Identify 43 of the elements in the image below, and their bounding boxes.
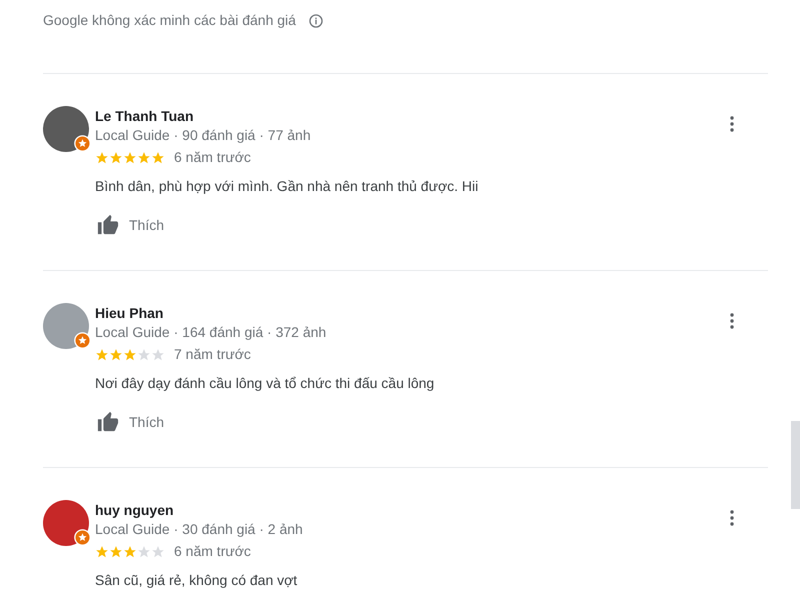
star-icon	[151, 348, 165, 362]
star-icon	[95, 544, 109, 558]
avatar[interactable]	[43, 106, 89, 152]
review-time: 7 năm trước	[174, 345, 251, 364]
star-icon	[137, 150, 151, 164]
more-options-icon	[730, 116, 734, 132]
local-guide-badge-icon	[74, 332, 91, 349]
reviewer-meta: Local Guide · 30 đánh giá · 2 ảnh	[95, 520, 304, 539]
info-icon[interactable]	[308, 12, 324, 28]
local-guide-badge-icon	[74, 135, 91, 152]
star-icon	[95, 150, 109, 164]
star-icon	[151, 544, 165, 558]
reviewer-meta: Local Guide · 90 đánh giá · 77 ảnh	[95, 126, 312, 145]
reviewer-name[interactable]: Le Thanh Tuan	[95, 107, 720, 125]
reviewer-name[interactable]: huy nguyen	[95, 501, 720, 519]
star-icon	[123, 544, 137, 558]
star-icon	[109, 544, 123, 558]
review-text: Bình dân, phù hợp với mình. Gần nhà nên tranh thủ được. Hii	[95, 177, 480, 196]
like-button[interactable]: Thích	[95, 214, 164, 236]
thumbs-up-icon	[95, 411, 121, 433]
review-time: 6 năm trước	[174, 542, 251, 561]
review-time: 6 năm trước	[174, 148, 251, 167]
star-icon	[109, 150, 123, 164]
avatar[interactable]	[43, 500, 89, 546]
thumbs-up-icon	[95, 214, 121, 236]
reviewer-name[interactable]: Hieu Phan	[95, 304, 720, 322]
more-options-icon	[730, 313, 734, 329]
more-options-icon	[730, 510, 734, 526]
review-text: Nơi đây dạy đánh cầu lông và tổ chức thi đấu cầu lông	[95, 374, 436, 393]
star-icon	[123, 348, 137, 362]
notice-text: Google không xác minh các bài đánh giá	[43, 11, 296, 30]
star-icon	[109, 348, 123, 362]
star-icon	[137, 544, 151, 558]
star-icon	[123, 150, 137, 164]
star-icon	[95, 348, 109, 362]
star-icon	[137, 348, 151, 362]
review-text: Sân cũ, giá rẻ, không có đan vợt	[95, 571, 298, 590]
like-button[interactable]: Thích	[95, 411, 164, 433]
star-icon	[151, 150, 165, 164]
reviewer-meta: Local Guide · 164 đánh giá · 372 ảnh	[95, 323, 328, 342]
scrollbar-thumb[interactable]	[791, 421, 800, 509]
local-guide-badge-icon	[74, 529, 91, 546]
avatar[interactable]	[43, 303, 89, 349]
